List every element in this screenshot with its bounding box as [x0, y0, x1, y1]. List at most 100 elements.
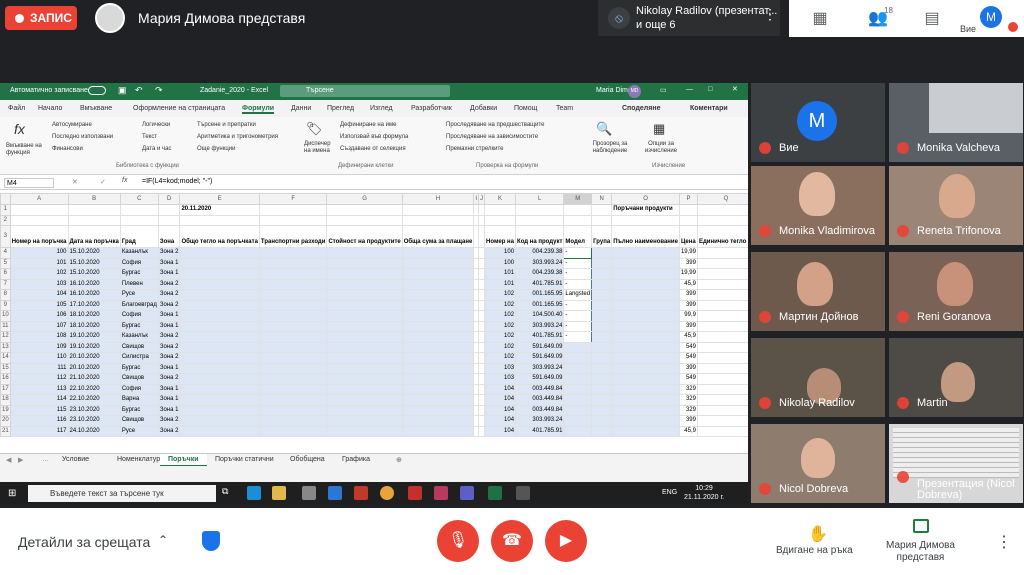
cell[interactable]: 18.10.2020	[67, 310, 121, 322]
cell[interactable]	[258, 404, 328, 416]
cell[interactable]: 401.785.91	[515, 331, 565, 343]
sheet-tab-grafika[interactable]: Графика	[342, 456, 370, 463]
cell[interactable]	[591, 299, 613, 311]
raise-hand-icon[interactable]: ✋	[808, 524, 828, 544]
cell[interactable]	[179, 278, 260, 290]
edge-icon[interactable]	[247, 486, 261, 500]
cell[interactable]	[591, 362, 613, 374]
cell[interactable]	[326, 341, 403, 353]
column-header[interactable]: H	[401, 193, 475, 205]
cell[interactable]: Зона 2	[157, 331, 181, 343]
row-header[interactable]: 20	[0, 415, 11, 427]
column-title[interactable]: Пълно наименование	[611, 225, 680, 248]
cell[interactable]	[678, 204, 698, 216]
cell[interactable]: 107	[9, 320, 69, 332]
column-title[interactable]: Код на продукт	[515, 225, 565, 248]
cell[interactable]: 108	[9, 331, 69, 343]
cell[interactable]: 101	[484, 268, 517, 280]
cell[interactable]: 99,9	[678, 310, 698, 322]
row-header[interactable]: 13	[0, 341, 11, 353]
row-header[interactable]: 17	[0, 383, 11, 395]
cell[interactable]: Бургас	[119, 268, 159, 280]
cell[interactable]: Русе	[119, 425, 159, 437]
cell[interactable]: 001.165.95	[515, 299, 565, 311]
cell[interactable]: 003.449.84	[515, 394, 565, 406]
trace-dependents-button[interactable]: Проследяване на зависимостите	[446, 134, 538, 140]
sheet-tab-obobshtena[interactable]: Обобщена	[290, 456, 325, 463]
comments-button[interactable]: Коментари	[690, 105, 728, 112]
cell[interactable]: Казанлък	[119, 331, 159, 343]
cell[interactable]	[179, 404, 260, 416]
cell[interactable]: 106	[9, 310, 69, 322]
cell[interactable]: Зона 1	[157, 320, 181, 332]
cell[interactable]	[563, 214, 593, 226]
column-title[interactable]: Единично тегло (к	[696, 225, 748, 248]
store-icon[interactable]	[302, 486, 316, 500]
cell[interactable]	[258, 257, 328, 269]
cell[interactable]: 104	[484, 404, 517, 416]
cell[interactable]	[591, 373, 613, 385]
cell[interactable]	[401, 352, 475, 364]
menu-help[interactable]: Помощ	[514, 105, 537, 112]
cell[interactable]	[326, 404, 403, 416]
redo-icon[interactable]: ↷	[155, 85, 163, 96]
task-view-icon[interactable]: ⧉	[222, 486, 236, 500]
cell[interactable]	[119, 214, 159, 226]
present-icon[interactable]	[913, 519, 929, 533]
fx-icon[interactable]: fx	[122, 177, 127, 184]
cell[interactable]: 102	[9, 268, 69, 280]
undo-icon[interactable]: ↶	[135, 85, 143, 96]
cell[interactable]	[326, 394, 403, 406]
cell[interactable]	[258, 320, 328, 332]
cell[interactable]: 18.10.2020	[67, 320, 121, 332]
cell[interactable]	[258, 278, 328, 290]
cell[interactable]: 104	[9, 289, 69, 301]
cell[interactable]	[9, 204, 69, 216]
column-header[interactable]: G	[326, 193, 403, 205]
cell[interactable]	[484, 214, 517, 226]
cell[interactable]: 399	[678, 257, 698, 269]
column-header[interactable]: Q	[696, 193, 748, 205]
column-title[interactable]: Град	[119, 225, 159, 248]
cell[interactable]	[696, 257, 748, 269]
cell[interactable]: Зона 1	[157, 394, 181, 406]
end-call-button[interactable]: ☎	[491, 520, 533, 562]
cell[interactable]	[696, 268, 748, 280]
cell[interactable]	[9, 214, 69, 226]
cell[interactable]	[611, 383, 680, 395]
sheet-table[interactable]: A B C D E F G H I J K L M N O P Q 1 20.11.2020 Поръчани про…	[0, 193, 748, 437]
cell[interactable]: 103	[484, 362, 517, 374]
cell[interactable]	[401, 404, 475, 416]
cell[interactable]	[696, 383, 748, 395]
cell[interactable]: 15.10.2020	[67, 247, 121, 259]
participant-tile[interactable]: Reni Goranova	[889, 252, 1023, 331]
cell[interactable]	[326, 278, 403, 290]
layout-grid-icon[interactable]: ▦	[810, 8, 830, 28]
cell[interactable]	[258, 415, 328, 427]
cell[interactable]: Langsted	[563, 289, 593, 301]
cell[interactable]	[591, 425, 613, 437]
cell[interactable]	[611, 214, 680, 226]
menu-insert[interactable]: Вмъкване	[80, 105, 112, 112]
cell[interactable]: 116	[9, 415, 69, 427]
save-icon[interactable]: ▣	[118, 85, 127, 96]
taskbar-search[interactable]: Въведете текст за търсене тук	[28, 485, 216, 502]
cell[interactable]: 111	[9, 362, 69, 374]
cell[interactable]	[591, 268, 613, 280]
define-name-button[interactable]: Дефиниране на име	[340, 122, 396, 128]
minimize-icon[interactable]: —	[686, 86, 693, 93]
cell[interactable]	[563, 383, 593, 395]
cell[interactable]	[591, 383, 613, 395]
cell[interactable]	[591, 320, 613, 332]
cell[interactable]	[591, 331, 613, 343]
menu-review[interactable]: Преглед	[327, 105, 354, 112]
column-header[interactable]: N	[591, 193, 613, 205]
cell[interactable]: Поръчани продукти	[611, 204, 680, 216]
cell[interactable]	[401, 415, 475, 427]
cell[interactable]: Зона 2	[157, 289, 181, 301]
excel-taskbar-icon[interactable]	[488, 486, 502, 500]
cell[interactable]: 104	[484, 394, 517, 406]
cell[interactable]	[326, 268, 403, 280]
cell[interactable]: 23.10.2020	[67, 404, 121, 416]
cell[interactable]	[401, 425, 475, 437]
